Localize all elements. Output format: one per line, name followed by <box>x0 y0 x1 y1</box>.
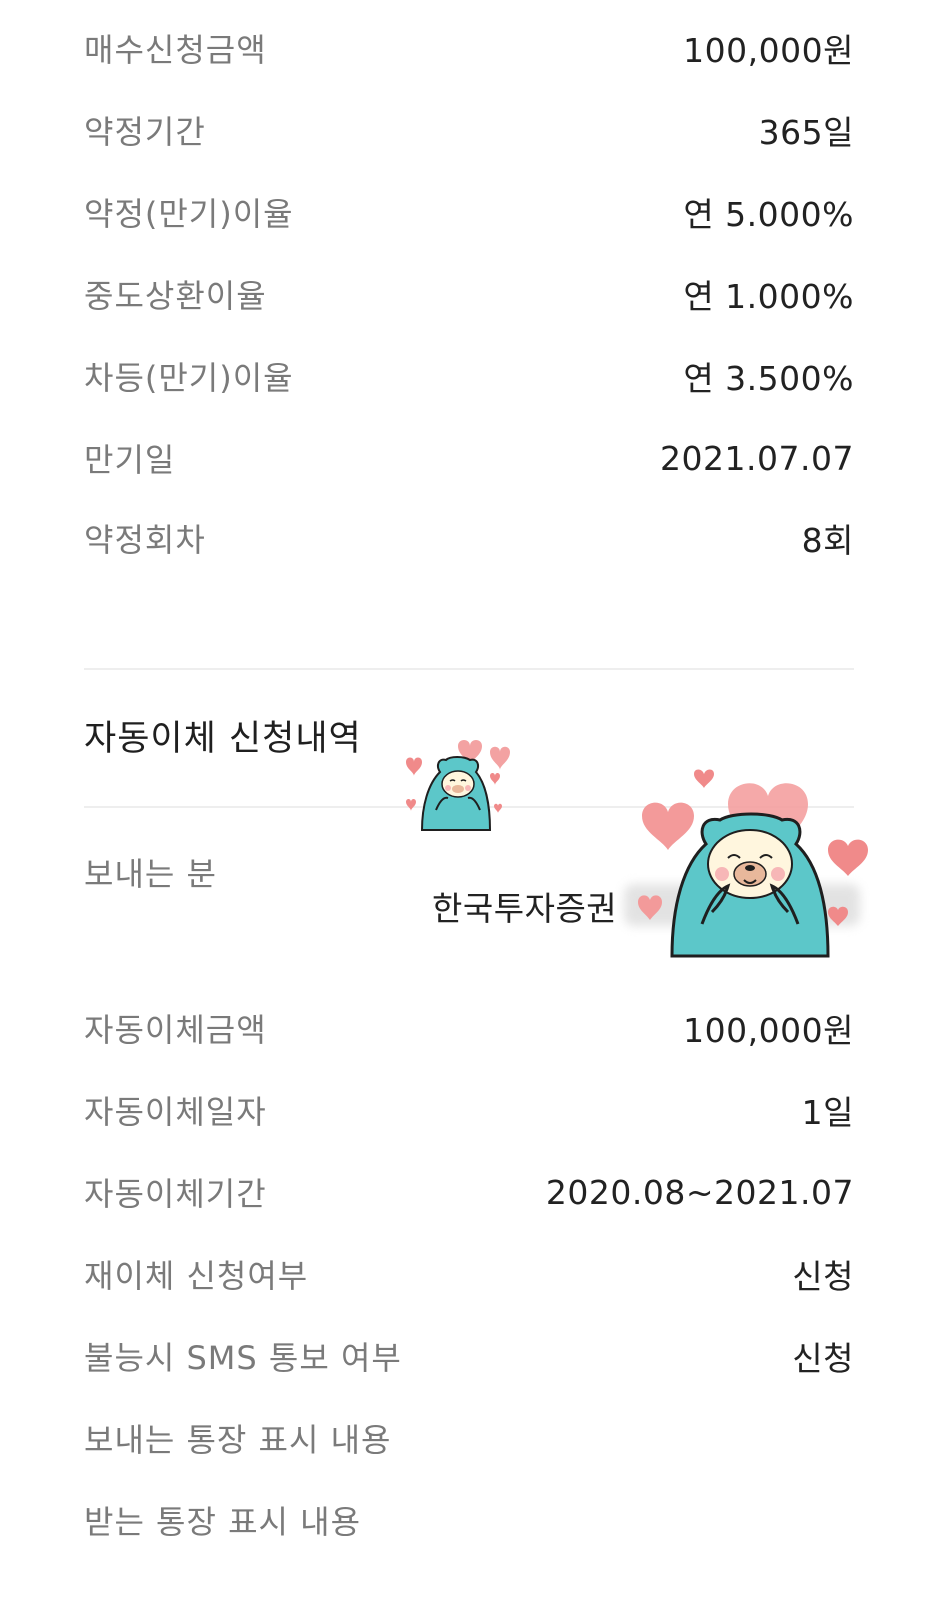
value-transfer-amount: 100,000원 <box>683 1011 854 1050</box>
value-maturity-date: 2021.07.07 <box>660 438 854 478</box>
label-purchase-amount: 매수신청금액 <box>84 31 267 69</box>
value-retransfer: 신청 <box>792 1257 854 1296</box>
row-sms-notice: 불능시 SMS 통보 여부 신청 <box>84 1326 854 1386</box>
label-differential-rate: 차등(만기)이율 <box>84 359 294 397</box>
label-early-redemption-rate: 중도상환이율 <box>84 277 267 315</box>
row-transfer-period: 자동이체기간 2020.08~2021.07 <box>84 1162 854 1222</box>
value-installment-count: 8회 <box>801 521 854 560</box>
row-transfer-day: 자동이체일자 1일 <box>84 1080 854 1140</box>
row-receiver-memo: 받는 통장 표시 내용 <box>84 1490 854 1550</box>
label-transfer-period: 자동이체기간 <box>84 1175 267 1213</box>
section-title-auto-transfer: 자동이체 신청내역 <box>84 719 362 759</box>
value-sender: 한국투자증권 <box>432 889 618 928</box>
value-differential-rate: 연 3.500% <box>683 359 854 398</box>
row-transfer-amount: 자동이체금액 100,000원 <box>84 998 854 1058</box>
label-sms-notice: 불능시 SMS 통보 여부 <box>84 1339 402 1377</box>
label-sender-memo: 보내는 통장 표시 내용 <box>84 1421 392 1459</box>
row-contract-period: 약정기간 365일 <box>84 100 854 160</box>
label-maturity-date: 만기일 <box>84 441 176 479</box>
row-retransfer: 재이체 신청여부 신청 <box>84 1244 854 1304</box>
row-differential-rate: 차등(만기)이율 연 3.500% <box>84 346 854 406</box>
section-divider <box>84 668 854 670</box>
label-retransfer: 재이체 신청여부 <box>84 1257 309 1295</box>
label-maturity-rate: 약정(만기)이율 <box>84 195 294 233</box>
row-early-redemption-rate: 중도상환이율 연 1.000% <box>84 264 854 324</box>
value-transfer-day: 1일 <box>801 1093 854 1132</box>
row-maturity-rate: 약정(만기)이율 연 5.000% <box>84 182 854 242</box>
value-maturity-rate: 연 5.000% <box>683 195 854 234</box>
large-bear-hearts-icon <box>638 769 868 958</box>
value-early-redemption-rate: 연 1.000% <box>683 277 854 316</box>
label-sender: 보내는 분 <box>84 855 217 893</box>
label-transfer-day: 자동이체일자 <box>84 1093 267 1131</box>
label-receiver-memo: 받는 통장 표시 내용 <box>84 1503 362 1541</box>
row-purchase-amount: 매수신청금액 100,000원 <box>84 18 854 78</box>
value-contract-period: 365일 <box>758 113 854 152</box>
value-sms-notice: 신청 <box>792 1339 854 1378</box>
value-purchase-amount: 100,000원 <box>683 31 854 70</box>
row-installment-count: 약정회차 8회 <box>84 508 854 568</box>
label-contract-period: 약정기간 <box>84 113 206 151</box>
small-bear-hearts-icon <box>406 740 510 831</box>
label-transfer-amount: 자동이체금액 <box>84 1011 267 1049</box>
row-maturity-date: 만기일 2021.07.07 <box>84 428 854 488</box>
value-transfer-period: 2020.08~2021.07 <box>545 1172 854 1212</box>
row-sender-memo: 보내는 통장 표시 내용 <box>84 1408 854 1468</box>
label-installment-count: 약정회차 <box>84 521 206 559</box>
